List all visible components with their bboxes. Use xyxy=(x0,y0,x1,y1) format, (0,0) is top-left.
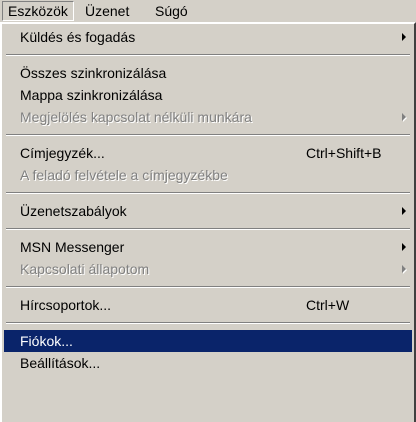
menu-separator xyxy=(6,286,410,288)
menu-item-accounts[interactable]: Fiókok... xyxy=(4,330,412,352)
menu-item-label: Beállítások... xyxy=(20,355,101,371)
menu-item-my-status: Kapcsolati állapotom xyxy=(4,258,412,280)
menu-item-sync-all[interactable]: Összes szinkronizálása xyxy=(4,62,412,84)
menu-item-label: Mappa szinkronizálása xyxy=(20,87,163,103)
menu-item-label: MSN Messenger xyxy=(20,239,125,255)
menu-item-label: A feladó felvétele a címjegyzékbe xyxy=(20,167,228,183)
menu-item-label: Címjegyzék... xyxy=(20,145,105,161)
menu-item-address-book[interactable]: Címjegyzék... Ctrl+Shift+B xyxy=(4,142,412,164)
menu-bar: Eszközök Üzenet Súgó xyxy=(0,0,416,22)
submenu-arrow-icon xyxy=(402,243,406,251)
menu-separator xyxy=(6,134,410,136)
menu-tools[interactable]: Eszközök xyxy=(2,1,74,21)
menu-item-label: Összes szinkronizálása xyxy=(20,65,167,81)
menu-item-label: Üzenetszabályok xyxy=(20,203,127,219)
menu-help[interactable]: Súgó xyxy=(150,1,193,21)
menu-separator xyxy=(6,192,410,194)
submenu-arrow-icon xyxy=(402,33,406,41)
submenu-arrow-icon xyxy=(402,265,406,273)
menu-message[interactable]: Üzenet xyxy=(80,1,134,21)
menu-item-msn-messenger[interactable]: MSN Messenger xyxy=(4,236,412,258)
menu-item-label: Hírcsoportok... xyxy=(20,297,112,313)
menu-item-label: Fiókok... xyxy=(20,333,73,349)
menu-item-message-rules[interactable]: Üzenetszabályok xyxy=(4,200,412,222)
tools-dropdown-menu: Küldés és fogadás Összes szinkronizálása… xyxy=(0,22,416,422)
menu-item-mark-offline: Megjelölés kapcsolat nélküli munkára xyxy=(4,106,412,128)
menu-item-options[interactable]: Beállítások... xyxy=(4,352,412,374)
menu-item-label: Megjelölés kapcsolat nélküli munkára xyxy=(20,109,252,125)
submenu-arrow-icon xyxy=(402,113,406,121)
menu-separator xyxy=(6,54,410,56)
submenu-arrow-icon xyxy=(402,207,406,215)
menu-item-add-sender: A feladó felvétele a címjegyzékbe xyxy=(4,164,412,186)
menu-item-send-receive[interactable]: Küldés és fogadás xyxy=(4,26,412,48)
menu-item-label: Kapcsolati állapotom xyxy=(20,261,150,277)
menu-item-label: Küldés és fogadás xyxy=(20,29,136,45)
menu-item-shortcut: Ctrl+Shift+B xyxy=(306,145,382,161)
menu-separator xyxy=(6,322,410,324)
menu-item-sync-folder[interactable]: Mappa szinkronizálása xyxy=(4,84,412,106)
menu-item-newsgroups[interactable]: Hírcsoportok... Ctrl+W xyxy=(4,294,412,316)
menu-item-shortcut: Ctrl+W xyxy=(306,297,350,313)
menu-separator xyxy=(6,228,410,230)
